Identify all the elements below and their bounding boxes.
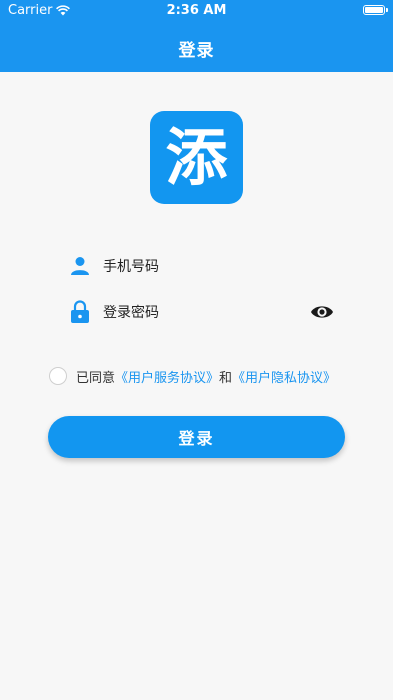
logo-glyph: 添 <box>165 120 228 194</box>
phone-field[interactable]: 手机号码 <box>68 251 338 281</box>
eye-icon[interactable] <box>310 301 334 323</box>
app-logo: 添 <box>150 111 243 204</box>
status-bar: Carrier 2:36 AM <box>0 0 393 22</box>
status-time: 2:36 AM <box>166 3 227 18</box>
lock-icon <box>68 300 92 324</box>
privacy-link[interactable]: 《用户隐私协议》 <box>232 367 336 386</box>
battery-icon <box>363 5 388 15</box>
agreement-row: 已同意 《用户服务协议》 和 《用户隐私协议》 <box>49 365 336 387</box>
page-title: 登录 <box>178 41 215 61</box>
agree-connector: 和 <box>219 370 233 386</box>
header-bar: Carrier 2:36 AM 登录 <box>0 0 393 72</box>
agree-prefix: 已同意 <box>76 370 116 386</box>
password-field[interactable]: 登录密码 <box>68 297 338 327</box>
phone-label: 手机号码 <box>103 259 159 275</box>
password-label: 登录密码 <box>103 305 159 321</box>
agree-checkbox[interactable] <box>49 367 67 385</box>
person-icon <box>68 254 92 278</box>
login-button[interactable]: 登录 <box>48 416 345 458</box>
user-service-link[interactable]: 《用户服务协议》 <box>115 367 219 386</box>
